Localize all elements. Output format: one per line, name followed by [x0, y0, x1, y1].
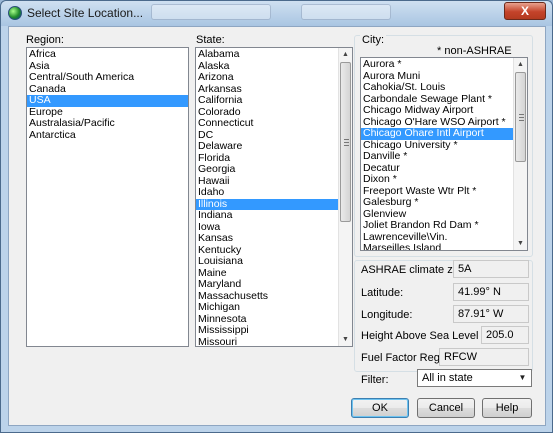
city-list-item[interactable]: Aurora * [361, 58, 527, 71]
region-label: Region: [26, 34, 64, 46]
state-list-item[interactable]: Connecticut [196, 117, 352, 130]
ok-button[interactable]: OK [351, 398, 409, 418]
window-title: Select Site Location... [27, 6, 144, 20]
city-items: Aurora * Aurora Muni Cahokia/St. Louis Carb… [361, 58, 527, 250]
latitude-label: Latitude: [361, 287, 404, 299]
state-list-item[interactable]: Kansas [196, 232, 352, 245]
grip-line [519, 120, 524, 121]
globe-icon [8, 6, 22, 20]
state-list-item[interactable]: California [196, 94, 352, 107]
region-list-item[interactable]: USA [27, 94, 188, 107]
city-list-item[interactable]: Cahokia/St. Louis [361, 81, 527, 94]
help-button-label: Help [495, 402, 519, 414]
state-label: State: [196, 34, 225, 46]
scroll-down-arrow-icon[interactable]: ▼ [514, 237, 527, 250]
scroll-up-arrow-icon[interactable]: ▲ [514, 58, 527, 71]
city-scrollbar[interactable]: ▲ ▼ [513, 58, 527, 250]
background-tab [151, 4, 271, 20]
region-list-item[interactable]: Antarctica [27, 129, 188, 142]
state-list-item[interactable]: Alabama [196, 48, 352, 61]
dialog-body: Region: Africa Asia Central/South America C… [8, 26, 546, 426]
close-button[interactable]: X [504, 2, 546, 20]
region-list-item[interactable]: Canada [27, 83, 188, 96]
region-list-item[interactable]: Africa [27, 48, 188, 61]
background-tab [301, 4, 391, 20]
state-list-item[interactable]: Arizona [196, 71, 352, 84]
select-site-dialog: Select Site Location... X Region: Africa… [0, 0, 553, 433]
city-list-item[interactable]: Danville * [361, 150, 527, 163]
state-list-item[interactable]: Delaware [196, 140, 352, 153]
region-items: Africa Asia Central/South America Canada USA… [27, 48, 188, 141]
state-scrollbar[interactable]: ▲ ▼ [338, 48, 352, 346]
city-listbox[interactable]: Aurora * Aurora Muni Cahokia/St. Louis Carb… [360, 57, 528, 251]
filter-label: Filter: [361, 374, 389, 386]
state-list-item[interactable]: Louisiana [196, 255, 352, 268]
scroll-up-arrow-icon[interactable]: ▲ [339, 48, 352, 61]
city-list-item[interactable]: Joliet Brandon Rd Dam * [361, 219, 527, 232]
city-list-item[interactable]: Galesburg * [361, 196, 527, 209]
filter-dropdown[interactable]: All in state ▼ [417, 369, 532, 387]
state-listbox[interactable]: Alabama Alaska Arizona Arkansas California Co… [195, 47, 353, 347]
state-list-item[interactable]: Mississippi [196, 324, 352, 337]
region-list-item[interactable]: Australasia/Pacific [27, 117, 188, 130]
state-list-item[interactable]: Michigan [196, 301, 352, 314]
state-list-item[interactable]: Missouri [196, 336, 352, 346]
city-list-item[interactable]: Marseilles Island [361, 242, 527, 250]
scroll-down-arrow-icon[interactable]: ▼ [339, 333, 352, 346]
city-list-item[interactable]: Chicago Midway Airport [361, 104, 527, 117]
cancel-button[interactable]: Cancel [417, 398, 475, 418]
region-list-item[interactable]: Central/South America [27, 71, 188, 84]
city-list-item[interactable]: Dixon * [361, 173, 527, 186]
state-items: Alabama Alaska Arizona Arkansas California Co… [196, 48, 352, 346]
grip-line [344, 145, 349, 146]
chevron-down-icon[interactable]: ▼ [516, 371, 529, 385]
help-button[interactable]: Help [482, 398, 532, 418]
scroll-thumb[interactable] [515, 72, 526, 162]
state-list-item[interactable]: Idaho [196, 186, 352, 199]
grip-line [519, 117, 524, 118]
cancel-button-label: Cancel [428, 402, 464, 414]
city-label: City: [360, 34, 386, 46]
grip-line [519, 114, 524, 115]
latitude-value: 41.99° N [453, 283, 529, 301]
ok-button-label: OK [372, 402, 388, 414]
region-listbox[interactable]: Africa Asia Central/South America Canada USA… [26, 47, 189, 347]
elevation-value: 205.0 [481, 326, 529, 344]
scroll-thumb[interactable] [340, 62, 351, 222]
fuel-factor-value: RFCW [439, 348, 529, 366]
state-list-item[interactable]: Georgia [196, 163, 352, 176]
city-list-item[interactable]: Chicago Ohare Intl Airport [361, 127, 527, 140]
longitude-label: Longitude: [361, 309, 413, 321]
state-list-item[interactable]: Maryland [196, 278, 352, 291]
state-list-item[interactable]: Indiana [196, 209, 352, 222]
longitude-value: 87.91° W [453, 305, 529, 323]
filter-selected-value: All in state [422, 372, 473, 384]
climate-zone-value: 5A [453, 260, 529, 278]
grip-line [344, 142, 349, 143]
title-bar[interactable]: Select Site Location... X [1, 1, 552, 26]
grip-line [344, 139, 349, 140]
